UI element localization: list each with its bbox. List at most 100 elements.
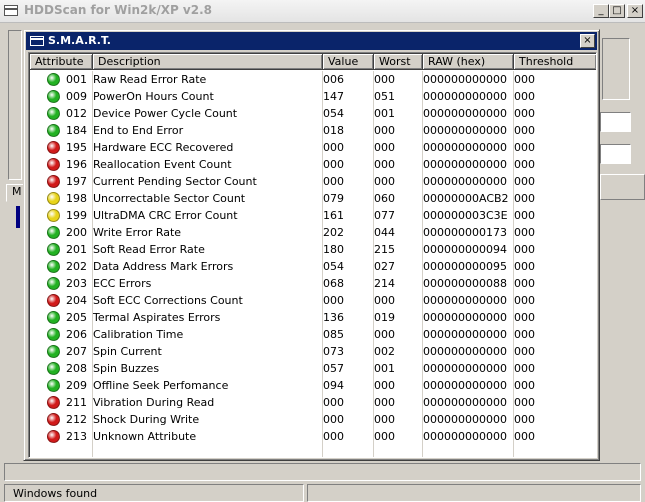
cell-raw: 000000003C3E xyxy=(423,209,508,222)
cell-raw: 000000000000 xyxy=(423,294,507,307)
minimize-button[interactable]: _ xyxy=(593,4,609,18)
cell-description: ECC Errors xyxy=(93,277,152,290)
cell-value: 000 xyxy=(323,430,344,443)
cell-description: Current Pending Sector Count xyxy=(93,175,257,188)
cell-description: Offline Seek Perfomance xyxy=(93,379,229,392)
status-bar: Windows found xyxy=(4,484,641,502)
main-title-bar[interactable]: HDDScan for Win2k/XP v2.8 _ □ × xyxy=(0,0,645,23)
table-row[interactable]: 209 Offline Seek Perfomance 094 000 00000000… xyxy=(30,377,596,394)
right-input-field-1[interactable] xyxy=(600,112,631,132)
cell-value: 054 xyxy=(323,107,344,120)
cell-value: 068 xyxy=(323,277,344,290)
right-input-field-2[interactable] xyxy=(600,144,631,164)
cell-raw: 000000000000 xyxy=(423,124,507,137)
cell-raw: 000000000000 xyxy=(423,413,507,426)
cell-threshold: 000 xyxy=(514,73,535,86)
cell-value: 000 xyxy=(323,158,344,171)
cell-worst: 027 xyxy=(374,260,395,273)
cell-value: 018 xyxy=(323,124,344,137)
column-header-attribute[interactable]: Attribute xyxy=(30,54,93,70)
maximize-button[interactable]: □ xyxy=(609,4,625,18)
column-header-description[interactable]: Description xyxy=(93,54,323,70)
table-row[interactable]: 205 Termal Aspirates Errors 136 019 00000000… xyxy=(30,309,596,326)
cell-worst: 000 xyxy=(374,379,395,392)
cell-raw: 000000000088 xyxy=(423,277,507,290)
table-row[interactable]: 202 Data Address Mark Errors 054 027 0000000… xyxy=(30,258,596,275)
smart-window-title: S.M.A.R.T. xyxy=(48,34,111,47)
table-row[interactable]: 200 Write Error Rate 202 044 000000000173 000 xyxy=(30,224,596,241)
cell-worst: 060 xyxy=(374,192,395,205)
table-row[interactable]: 009 PowerOn Hours Count 147 051 000000000000… xyxy=(30,88,596,105)
table-row[interactable]: 012 Device Power Cycle Count 054 001 0000000… xyxy=(30,105,596,122)
cell-description: Calibration Time xyxy=(93,328,184,341)
table-row[interactable]: 208 Spin Buzzes 057 001 000000000000 000 xyxy=(30,360,596,377)
cell-threshold: 000 xyxy=(514,277,535,290)
cell-worst: 044 xyxy=(374,226,395,239)
cell-threshold: 000 xyxy=(514,311,535,324)
cell-raw: 00000000ACB2 xyxy=(423,192,509,205)
cell-value: 000 xyxy=(323,413,344,426)
cell-worst: 000 xyxy=(374,175,395,188)
cell-description: Hardware ECC Recovered xyxy=(93,141,234,154)
table-row[interactable]: 203 ECC Errors 068 214 000000000088 000 xyxy=(30,275,596,292)
cell-raw: 000000000000 xyxy=(423,141,507,154)
cell-raw: 000000000000 xyxy=(423,430,507,443)
cell-threshold: 000 xyxy=(514,396,535,409)
table-row[interactable]: 197 Current Pending Sector Count 000 000 000… xyxy=(30,173,596,190)
table-row[interactable]: 196 Reallocation Event Count 000 000 0000000… xyxy=(30,156,596,173)
table-row[interactable]: 207 Spin Current 073 002 000000000000 000 xyxy=(30,343,596,360)
cell-value: 054 xyxy=(323,260,344,273)
cell-description: Data Address Mark Errors xyxy=(93,260,234,273)
close-button[interactable]: × xyxy=(627,4,643,18)
cell-worst: 000 xyxy=(374,141,395,154)
table-row[interactable]: 206 Calibration Time 085 000 000000000000 000 xyxy=(30,326,596,343)
cell-worst: 051 xyxy=(374,90,395,103)
table-row[interactable]: 213 Unknown Attribute 000 000 000000000000 00… xyxy=(30,428,596,445)
cell-worst: 002 xyxy=(374,345,395,358)
cell-raw: 000000000000 xyxy=(423,107,507,120)
cell-description: Unknown Attribute xyxy=(93,430,197,443)
cell-description: Device Power Cycle Count xyxy=(93,107,238,120)
table-row[interactable]: 195 Hardware ECC Recovered 000 000 000000000… xyxy=(30,139,596,156)
column-header-raw[interactable]: RAW (hex) xyxy=(423,54,514,70)
main-window-title: HDDScan for Win2k/XP v2.8 xyxy=(24,3,213,17)
column-header-threshold[interactable]: Threshold xyxy=(514,54,596,70)
smart-title-bar[interactable]: S.M.A.R.T. × xyxy=(26,32,597,50)
right-button-remnant[interactable] xyxy=(600,174,645,200)
cell-value: 000 xyxy=(323,141,344,154)
cell-raw: 000000000000 xyxy=(423,158,507,171)
app-window-icon xyxy=(4,5,18,16)
cell-value: 180 xyxy=(323,243,344,256)
column-header-worst[interactable]: Worst xyxy=(374,54,423,70)
cell-worst: 215 xyxy=(374,243,395,256)
table-row[interactable]: 198 Uncorrectable Sector Count 079 060 00000… xyxy=(30,190,596,207)
cell-raw: 000000000000 xyxy=(423,362,507,375)
cell-description: Soft Read Error Rate xyxy=(93,243,205,256)
cell-threshold: 000 xyxy=(514,158,535,171)
table-row[interactable]: 211 Vibration During Read 000 000 0000000000… xyxy=(30,394,596,411)
smart-attribute-list[interactable]: Attribute Description Value Worst RAW (h… xyxy=(28,52,597,458)
cell-description: Termal Aspirates Errors xyxy=(93,311,221,324)
cell-worst: 077 xyxy=(374,209,395,222)
table-row[interactable]: 204 Soft ECC Corrections Count 000 000 00000… xyxy=(30,292,596,309)
cell-description: Vibration During Read xyxy=(93,396,215,409)
cell-worst: 214 xyxy=(374,277,395,290)
table-row[interactable]: 212 Shock During Write 000 000 000000000000 0… xyxy=(30,411,596,428)
cell-raw: 000000000094 xyxy=(423,243,507,256)
cell-raw: 000000000000 xyxy=(423,90,507,103)
cell-value: 094 xyxy=(323,379,344,392)
cell-threshold: 000 xyxy=(514,362,535,375)
cell-threshold: 000 xyxy=(514,294,535,307)
cell-worst: 000 xyxy=(374,294,395,307)
table-row[interactable]: 199 UltraDMA CRC Error Count 161 077 0000000… xyxy=(30,207,596,224)
cell-value: 057 xyxy=(323,362,344,375)
cell-threshold: 000 xyxy=(514,226,535,239)
cell-raw: 000000000000 xyxy=(423,328,507,341)
table-row[interactable]: 001 Raw Read Error Rate 006 000 000000000000… xyxy=(30,71,596,88)
table-row[interactable]: 201 Soft Read Error Rate 180 215 00000000009… xyxy=(30,241,596,258)
smart-close-button[interactable]: × xyxy=(580,34,595,48)
cell-worst: 000 xyxy=(374,396,395,409)
column-header-value[interactable]: Value xyxy=(323,54,374,70)
cell-worst: 001 xyxy=(374,107,395,120)
table-row[interactable]: 184 End to End Error 018 000 000000000000 000 xyxy=(30,122,596,139)
